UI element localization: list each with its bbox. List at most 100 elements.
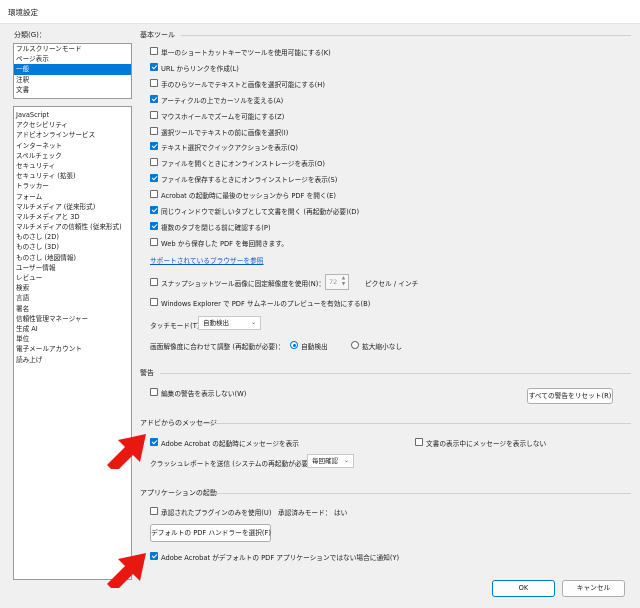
- supported-browsers-link[interactable]: サポートされているブラウザーを参照: [150, 255, 264, 265]
- category-item[interactable]: 署名: [14, 304, 131, 314]
- category-item[interactable]: JavaScript: [14, 110, 131, 120]
- category-item[interactable]: アドビオンラインサービス: [14, 130, 131, 140]
- no-messages-while-viewing-checkbox[interactable]: [415, 438, 423, 446]
- category-item[interactable]: セキュリティ (拡張): [14, 171, 131, 181]
- basic-tool-label: 単一のショートカットキーでツールを使用可能にする(K): [161, 49, 331, 57]
- basic-tools-title: 基本ツール: [140, 31, 175, 39]
- notify-not-default-label: Adobe Acrobat がデフォルトの PDF アプリケーションではない場合…: [161, 554, 400, 562]
- crash-report-label: クラッシュレポートを送信 (システムの再起動が必要)：: [150, 460, 318, 468]
- basic-tool-checkbox[interactable]: [150, 47, 158, 55]
- resolution-auto-label: 自動検出: [301, 343, 328, 351]
- certified-plugins-checkbox[interactable]: [150, 507, 158, 515]
- crash-report-value: 毎回確認: [312, 457, 338, 465]
- annotation-arrow-icon: [107, 434, 146, 469]
- default-pdf-handler-button[interactable]: デフォルトの PDF ハンドラーを選択(F): [150, 524, 271, 542]
- category-item[interactable]: 注釈: [14, 75, 131, 85]
- category-item[interactable]: フルスクリーンモード: [14, 44, 131, 54]
- category-item[interactable]: インターネット: [14, 141, 131, 151]
- hide-edit-warnings-label: 編集の警告を表示しない(W): [161, 390, 247, 398]
- basic-tool-label: 選択ツールでテキストの前に画像を選択(I): [161, 129, 289, 137]
- category-item[interactable]: 読み上げ: [14, 355, 131, 365]
- notify-not-default-checkbox[interactable]: [150, 552, 158, 560]
- basic-tool-checkbox[interactable]: [150, 238, 158, 246]
- basic-tool-label: 複数のタブを閉じる前に確認する(P): [161, 224, 271, 232]
- category-item[interactable]: 一般: [14, 64, 131, 75]
- category-item[interactable]: トラッカー: [14, 181, 131, 191]
- category-item[interactable]: ページ表示: [14, 54, 131, 64]
- snapshot-fixed-resolution-checkbox[interactable]: [150, 278, 158, 286]
- basic-tool-checkbox[interactable]: [150, 127, 158, 135]
- certified-mode-label: 承認済みモード：: [278, 509, 332, 517]
- category-item[interactable]: 信頼性管理マネージャー: [14, 314, 131, 324]
- basic-tool-checkbox[interactable]: [150, 190, 158, 198]
- categories-list[interactable]: JavaScript アクセシビリティ アドビオンラインサービス インターネット スペル…: [13, 106, 132, 580]
- preferences-window: 環境設定 分類(G)： フルスクリーンモード ページ表示 一般 注釈 文書 JavaSc…: [0, 0, 640, 608]
- cancel-button[interactable]: キャンセル: [562, 580, 625, 597]
- explorer-thumbnail-checkbox[interactable]: [150, 298, 158, 306]
- certified-plugins-label: 承認されたプラグインのみを使用(U): [161, 509, 272, 517]
- basic-tool-label: ファイルを保存するときにオンラインストレージを表示(S): [161, 176, 338, 184]
- category-item[interactable]: ものさし (2D): [14, 232, 131, 242]
- divider: [160, 373, 631, 374]
- basic-tool-label: Web から保存した PDF を毎回開きます。: [161, 240, 288, 248]
- basic-tool-checkbox[interactable]: [150, 142, 158, 150]
- resolution-none-radio[interactable]: [351, 341, 359, 349]
- category-item[interactable]: 検索: [14, 283, 131, 293]
- spinner-arrows-icon[interactable]: ▲ ▼: [340, 276, 347, 288]
- category-item[interactable]: マルチメディアと 3D: [14, 212, 131, 222]
- explorer-thumbnail-label: Windows Explorer で PDF サムネールのプレビューを有効にする…: [161, 300, 371, 308]
- category-item[interactable]: アクセシビリティ: [14, 120, 131, 130]
- category-item[interactable]: 単位: [14, 334, 131, 344]
- category-item[interactable]: ユーザー情報: [14, 263, 131, 273]
- touch-mode-value: 自動検出: [203, 319, 229, 327]
- categories-list-top[interactable]: フルスクリーンモード ページ表示 一般 注釈 文書: [13, 43, 132, 99]
- category-item[interactable]: マルチメディアの信頼性 (従来形式): [14, 222, 131, 232]
- hide-edit-warnings-checkbox[interactable]: [150, 388, 158, 396]
- reset-warnings-button[interactable]: すべての警告をリセット(R): [527, 388, 613, 404]
- basic-tool-checkbox[interactable]: [150, 222, 158, 230]
- basic-tool-checkbox[interactable]: [150, 111, 158, 119]
- category-item[interactable]: セキュリティ: [14, 161, 131, 171]
- category-item[interactable]: 電子メールアカウント: [14, 344, 131, 354]
- basic-tool-checkbox[interactable]: [150, 206, 158, 214]
- category-item[interactable]: 文書: [14, 85, 131, 95]
- basic-tool-label: ファイルを開くときにオンラインストレージを表示(O): [161, 160, 326, 168]
- category-item[interactable]: レビュー: [14, 273, 131, 283]
- no-messages-while-viewing-label: 文書の表示中にメッセージを表示しない: [426, 440, 547, 448]
- basic-tool-label: テキスト選択でクイックアクションを表示(Q): [161, 144, 299, 152]
- window-title: 環境設定: [8, 8, 38, 17]
- basic-tool-label: URL からリンクを作成(L): [161, 65, 239, 73]
- resolution-scaling-label: 画面解像度に合わせて調整 (再起動が必要)：: [150, 343, 285, 351]
- category-item[interactable]: マルチメディア (従来形式): [14, 202, 131, 212]
- title-bar: 環境設定: [0, 0, 640, 24]
- category-item[interactable]: スペルチェック: [14, 151, 131, 161]
- resolution-none-label: 拡大縮小なし: [362, 343, 403, 351]
- basic-tool-checkbox[interactable]: [150, 174, 158, 182]
- basic-tool-checkbox[interactable]: [150, 95, 158, 103]
- basic-tool-label: 手のひらツールでテキストと画像を選択可能にする(H): [161, 81, 325, 89]
- resolution-auto-radio[interactable]: [290, 341, 298, 349]
- category-item[interactable]: ものさし (3D): [14, 242, 131, 252]
- touch-mode-dropdown[interactable]: 自動検出 ⌄: [198, 316, 261, 330]
- annotation-arrow-icon: [107, 553, 146, 588]
- category-item[interactable]: 生成 AI: [14, 324, 131, 334]
- divider: [208, 493, 631, 494]
- basic-tool-checkbox[interactable]: [150, 63, 158, 71]
- divider: [200, 423, 631, 424]
- categories-label: 分類(G)：: [14, 31, 46, 39]
- certified-mode-value: はい: [334, 509, 348, 517]
- divider: [181, 35, 631, 36]
- basic-tool-label: アーティクルの上でカーソルを変える(A): [161, 97, 284, 105]
- category-item[interactable]: 言語: [14, 293, 131, 303]
- basic-tool-label: Acrobat の起動時に最後のセッションから PDF を開く(E): [161, 192, 337, 200]
- snapshot-resolution-input[interactable]: 72 ▲ ▼: [325, 274, 349, 290]
- basic-tool-checkbox[interactable]: [150, 158, 158, 166]
- category-item[interactable]: フォーム: [14, 192, 131, 202]
- messages-on-start-label: Adobe Acrobat の起動時にメッセージを表示: [161, 440, 299, 448]
- basic-tool-label: マウスホイールでズームを可能にする(Z): [161, 113, 285, 121]
- messages-on-start-checkbox[interactable]: [150, 438, 158, 446]
- basic-tool-checkbox[interactable]: [150, 79, 158, 87]
- ok-button[interactable]: OK: [492, 580, 555, 597]
- category-item[interactable]: ものさし (地図情報): [14, 253, 131, 263]
- crash-report-dropdown[interactable]: 毎回確認 ⌄: [307, 454, 354, 468]
